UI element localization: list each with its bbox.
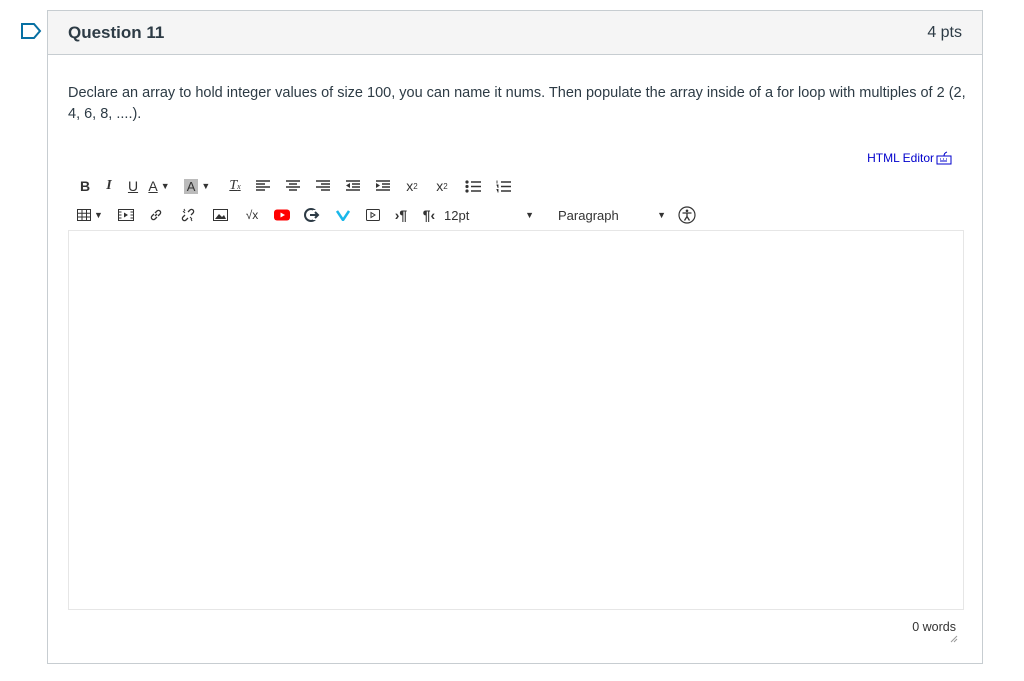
italic-button[interactable]: I (96, 175, 122, 197)
background-color-button[interactable]: A ▼ (180, 175, 214, 197)
question-card: Question 11 4 pts Declare an array to ho… (47, 10, 983, 664)
align-right-button[interactable] (308, 175, 338, 197)
block-format-value: Paragraph (558, 207, 619, 223)
chevron-down-icon: ▼ (160, 181, 170, 191)
align-left-icon (256, 180, 270, 191)
question-points: 4 pts (927, 23, 962, 41)
superscript-button[interactable]: x2 (398, 175, 426, 197)
align-center-icon (286, 180, 300, 191)
image-button[interactable] (204, 204, 236, 226)
align-center-button[interactable] (278, 175, 308, 197)
accessibility-checker-button[interactable] (672, 204, 702, 226)
question-header: Question 11 4 pts (48, 11, 982, 55)
lti-tool-icon (304, 208, 320, 222)
accessibility-icon (678, 206, 696, 224)
html-editor-link[interactable]: HTML Editor (867, 151, 952, 165)
font-size-value: 12pt (444, 207, 470, 223)
vimeo-button[interactable] (328, 204, 358, 226)
chevron-down-icon: ▼ (657, 210, 666, 220)
youtube-button[interactable] (268, 204, 296, 226)
vimeo-icon (336, 210, 350, 221)
outdent-button[interactable] (338, 175, 368, 197)
lti-tool-button[interactable] (296, 204, 328, 226)
bookmark-flag-icon[interactable] (20, 22, 42, 40)
editor-toolbar-row-1: B I U A ▼ A ▼ Tx x2 x2 (74, 175, 518, 197)
table-icon (77, 209, 92, 221)
font-size-select[interactable]: 12pt ▼ (444, 204, 534, 226)
video-embed-icon (366, 209, 380, 221)
bold-button[interactable]: B (74, 175, 96, 197)
rich-text-editor-area[interactable] (68, 230, 964, 610)
keyboard-icon[interactable] (936, 151, 952, 165)
chevron-down-icon: ▼ (525, 210, 534, 220)
align-left-button[interactable] (248, 175, 278, 197)
chevron-down-icon: ▼ (201, 181, 211, 191)
background-color-icon: A (183, 178, 199, 194)
word-count: 0 words (912, 620, 956, 634)
image-icon (212, 209, 228, 221)
indent-icon (376, 180, 390, 191)
editor-toolbar-row-2: ▼ √x ›¶ ¶‹ 12pt ▼ Paragraph ▼ (74, 204, 702, 226)
resize-handle-icon[interactable] (950, 635, 958, 643)
bullet-list-icon (465, 179, 481, 193)
question-text: Declare an array to hold integer values … (68, 85, 966, 122)
question-title: Question 11 (68, 22, 165, 42)
numbered-list-button[interactable] (488, 175, 518, 197)
media-icon (118, 209, 134, 221)
media-button[interactable] (112, 204, 140, 226)
link-button[interactable] (140, 204, 172, 226)
text-color-button[interactable]: A ▼ (144, 175, 174, 197)
bullet-list-button[interactable] (458, 175, 488, 197)
clear-formatting-button[interactable]: Tx (222, 175, 248, 197)
subscript-button[interactable]: x2 (426, 175, 458, 197)
unlink-icon (181, 208, 195, 222)
underline-button[interactable]: U (122, 175, 144, 197)
align-right-icon (316, 180, 330, 191)
equation-button[interactable]: √x (236, 204, 268, 226)
chevron-down-icon: ▼ (94, 210, 103, 220)
ltr-direction-button[interactable]: ›¶ (388, 204, 414, 226)
youtube-icon (274, 209, 290, 221)
video-embed-button[interactable] (358, 204, 388, 226)
html-editor-label[interactable]: HTML Editor (867, 151, 934, 165)
rtl-direction-button[interactable]: ¶‹ (414, 204, 444, 226)
text-color-icon: A (148, 178, 158, 194)
indent-button[interactable] (368, 175, 398, 197)
unlink-button[interactable] (172, 204, 204, 226)
block-format-select[interactable]: Paragraph ▼ (558, 204, 666, 226)
link-icon (150, 209, 162, 221)
table-button[interactable]: ▼ (74, 204, 106, 226)
numbered-list-icon (496, 180, 511, 192)
outdent-icon (346, 180, 360, 191)
